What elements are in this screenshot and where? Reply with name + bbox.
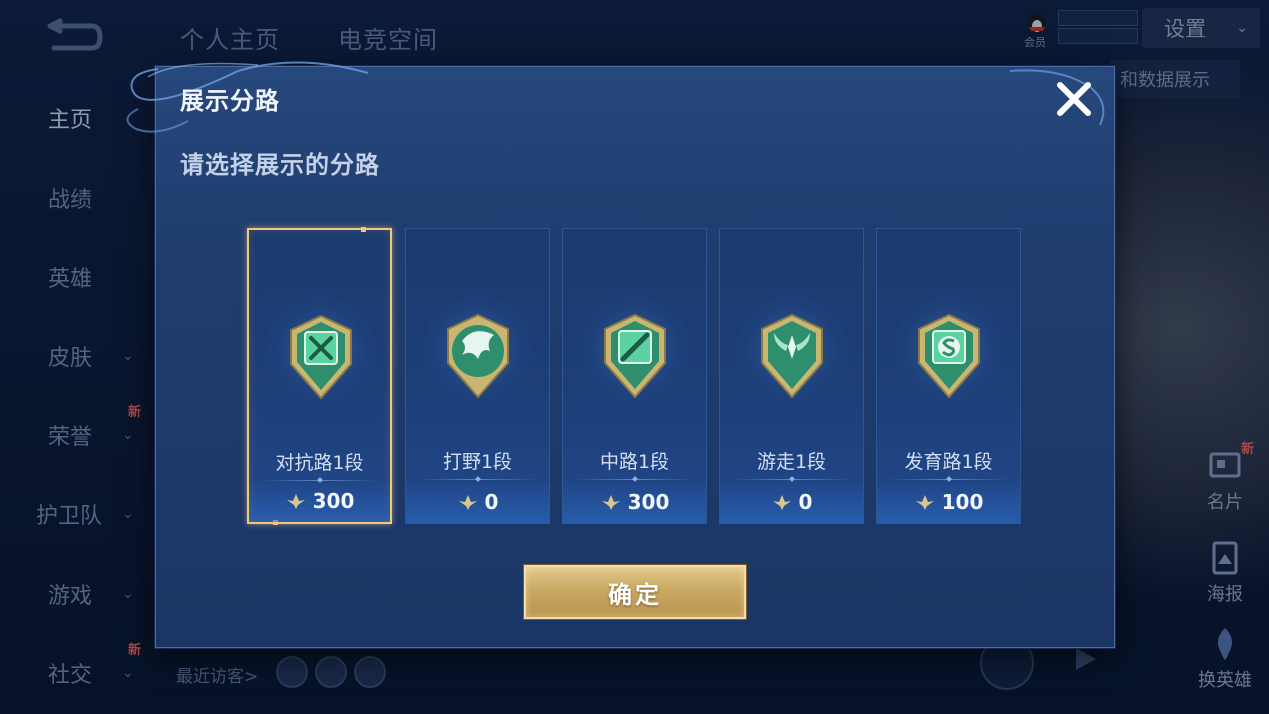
lane-score-bar: 0 [720,481,863,523]
wings-score-icon [772,495,791,510]
wings-score-icon [286,494,305,509]
lane-card-roam[interactable]: 游走1段 0 [719,228,864,524]
lane-name: 发育路1段 [904,451,993,473]
divider [418,479,537,480]
mid-lane-emblem-icon [604,313,666,399]
lane-score: 0 [484,490,499,514]
roam-emblem-icon [761,313,823,399]
dialog-subtitle: 请选择展示的分路 [180,151,380,179]
lane-name: 游走1段 [756,451,827,473]
jungle-emblem-icon [447,313,509,399]
lane-card-farm[interactable]: 发育路1段 100 [876,228,1021,524]
dialog-title: 展示分路 [180,87,280,115]
lane-score: 0 [798,490,813,514]
lane-name: 对抗路1段 [275,452,364,474]
lane-display-dialog: 展示分路 请选择展示的分路 对抗路1段 300 打野1段 0 中路1段 300 … [126,61,1115,648]
wings-score-icon [601,495,620,510]
divider [732,479,851,480]
lane-card-mid[interactable]: 中路1段 300 [562,228,707,524]
lane-score: 300 [312,489,355,513]
lane-score-bar: 300 [249,480,390,522]
lane-card-list: 对抗路1段 300 打野1段 0 中路1段 300 游走1段 0 发育路1段 1… [247,227,1027,526]
divider [889,479,1008,480]
wings-score-icon [458,495,477,510]
lane-score-bar: 100 [877,481,1020,523]
corner-dot [361,227,366,232]
lane-name: 打野1段 [442,451,513,473]
close-icon[interactable] [1052,77,1096,121]
clash-lane-emblem-icon [290,314,352,400]
lane-score: 100 [941,490,984,514]
lane-score: 300 [627,490,670,514]
lane-score-bar: 0 [406,481,549,523]
lane-card-jungle[interactable]: 打野1段 0 [405,228,550,524]
lane-card-clash[interactable]: 对抗路1段 300 [247,227,392,525]
lane-name: 中路1段 [599,451,670,473]
confirm-button[interactable]: 确定 [524,565,746,619]
lane-score-bar: 300 [563,481,706,523]
divider [575,479,694,480]
wings-score-icon [915,495,934,510]
farm-lane-emblem-icon [918,313,980,399]
